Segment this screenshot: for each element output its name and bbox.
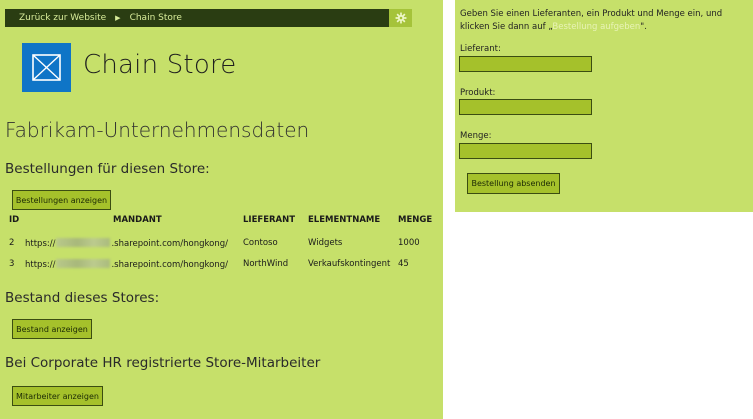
inventory-heading: Bestand dieses Stores: <box>5 290 160 306</box>
supplier-input[interactable] <box>459 56 592 72</box>
cell-supplier: NorthWind <box>243 259 289 269</box>
cell-item-name: Verkaufskontingent <box>308 259 391 269</box>
supplier-label: Lieferant: <box>460 44 501 54</box>
column-header-tenant: MANDANT <box>113 215 162 225</box>
cell-supplier: Contoso <box>243 238 278 248</box>
place-order-link[interactable]: Bestellung aufgeben <box>552 22 640 32</box>
instructions-text-end: ". <box>640 22 647 32</box>
gear-icon <box>395 12 406 24</box>
cell-id: 2 <box>9 238 15 248</box>
redacted-text <box>56 259 111 268</box>
cell-quantity: 1000 <box>398 238 420 248</box>
product-input[interactable] <box>459 99 592 115</box>
top-navigation-bar: Zurück zur Website ▶ Chain Store <box>5 9 389 27</box>
cell-tenant: https:// .sharepoint.com/hongkong/ <box>25 259 228 270</box>
column-header-id: ID <box>9 215 20 225</box>
cell-id: 3 <box>9 259 15 269</box>
settings-button[interactable] <box>389 9 412 27</box>
quantity-label: Menge: <box>460 131 492 141</box>
quantity-input[interactable] <box>459 143 592 159</box>
show-orders-button[interactable]: Bestellungen anzeigen <box>12 190 111 210</box>
employees-heading: Bei Corporate HR registrierte Store-Mita… <box>5 355 321 371</box>
app-logo <box>22 43 71 92</box>
redacted-text <box>56 238 111 247</box>
envelope-icon <box>32 54 61 81</box>
show-inventory-button[interactable]: Bestand anzeigen <box>12 319 92 339</box>
order-form-instructions: Geben Sie einen Lieferanten, ein Produkt… <box>460 8 745 34</box>
tenant-prefix: https:// <box>25 239 56 249</box>
column-header-supplier: LIEFERANT <box>243 215 296 225</box>
breadcrumb-current[interactable]: Chain Store <box>130 13 182 23</box>
tenant-suffix: .sharepoint.com/hongkong/ <box>111 239 228 249</box>
tenant-prefix: https:// <box>25 260 56 270</box>
product-label: Produkt: <box>460 88 496 98</box>
app-title: Chain Store <box>83 50 237 80</box>
column-header-quantity: MENGE <box>398 215 433 225</box>
cell-quantity: 45 <box>398 259 409 269</box>
show-employees-button[interactable]: Mitarbeiter anzeigen <box>12 386 103 406</box>
cell-item-name: Widgets <box>308 238 343 248</box>
back-to-site-link[interactable]: Zurück zur Website <box>5 13 106 23</box>
page-heading: Fabrikam-Unternehmensdaten <box>5 118 310 142</box>
tenant-suffix: .sharepoint.com/hongkong/ <box>111 260 228 270</box>
triangle-right-icon: ▶ <box>115 14 121 22</box>
column-header-item-name: ELEMENTNAME <box>308 215 381 225</box>
submit-order-button[interactable]: Bestellung absenden <box>467 173 560 194</box>
orders-heading: Bestellungen für diesen Store: <box>5 161 210 177</box>
cell-tenant: https:// .sharepoint.com/hongkong/ <box>25 238 228 249</box>
